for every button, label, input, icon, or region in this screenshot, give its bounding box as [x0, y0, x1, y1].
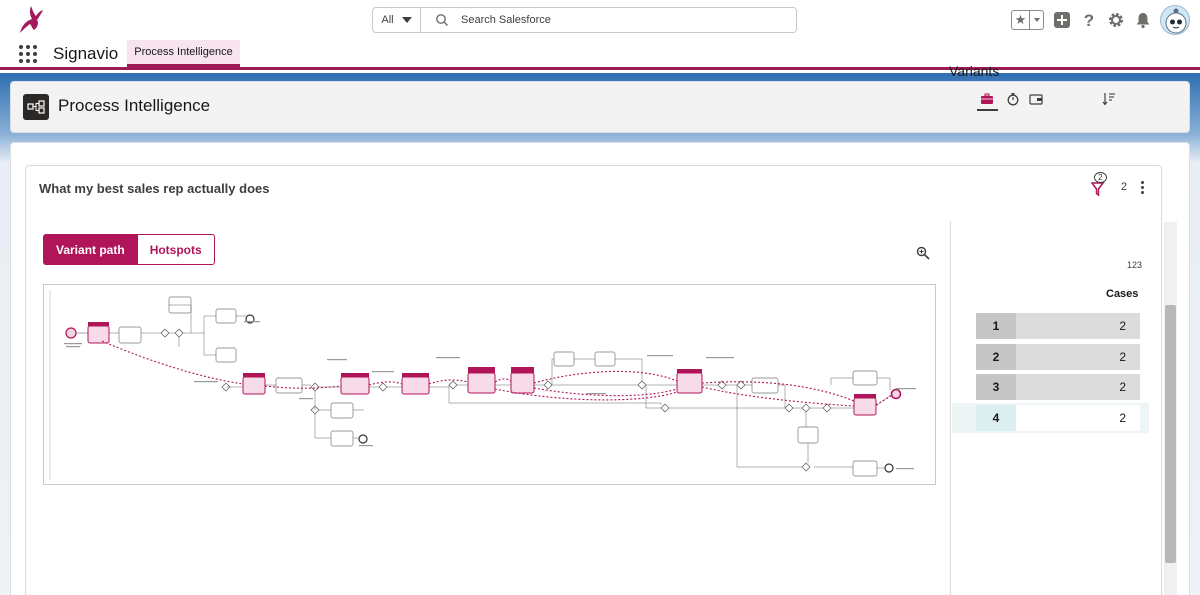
more-options-icon[interactable]	[1141, 180, 1145, 194]
search-scope-select[interactable]: All	[373, 8, 421, 32]
tab-hotspots[interactable]: Hotspots	[137, 234, 215, 265]
global-search: All	[372, 7, 797, 33]
variant-index: 4	[976, 405, 1016, 431]
chevron-down-icon	[401, 17, 412, 23]
tab-variant-path[interactable]: Variant path	[43, 234, 138, 265]
zoom-icon[interactable]	[916, 246, 930, 260]
variant-cases: 2	[1016, 405, 1140, 431]
chevron-down-icon[interactable]	[1030, 11, 1043, 29]
plus-icon[interactable]	[1052, 11, 1071, 30]
variant-index: 1	[976, 313, 1016, 339]
process-intelligence-icon	[23, 94, 49, 120]
svg-text:?: ?	[1083, 11, 1093, 29]
tab-process-intelligence[interactable]: Process Intelligence	[127, 40, 240, 67]
global-header: All ★ ?	[0, 0, 1200, 40]
numeric-sort-label[interactable]: 123	[1127, 260, 1142, 270]
app-launcher-icon[interactable]	[19, 45, 37, 63]
variant-cases: 2	[1016, 344, 1140, 370]
variant-row[interactable]: 3 2	[976, 374, 1140, 400]
variants-toolbar	[952, 92, 1115, 111]
app-navigation: Signavio Process Intelligence	[0, 40, 1200, 70]
stopwatch-icon[interactable]	[1006, 92, 1020, 106]
variant-index: 3	[976, 374, 1016, 400]
gazelle-logo-icon[interactable]	[12, 3, 46, 35]
app-name: Signavio	[53, 44, 119, 63]
variants-title: Variants	[949, 63, 1000, 79]
card-tools: 2 2	[1090, 172, 1145, 197]
favorites-button-group[interactable]: ★	[1011, 10, 1044, 30]
search-icon	[436, 14, 448, 26]
variant-row[interactable]: 1 2	[976, 313, 1140, 339]
cases-column-header: Cases	[1106, 288, 1139, 300]
view-toggle: Variant path Hotspots	[43, 234, 215, 265]
header-actions: ★ ?	[1011, 4, 1190, 36]
variant-index: 2	[976, 344, 1016, 370]
scrollbar-thumb[interactable]	[1165, 305, 1176, 563]
filter-number: 2	[1120, 181, 1127, 193]
avatar[interactable]	[1160, 5, 1190, 35]
filter-count-badge: 2	[1093, 172, 1107, 183]
variant-row[interactable]: 2 2	[976, 344, 1140, 370]
gear-icon[interactable]	[1106, 11, 1125, 30]
variant-cases: 2	[1016, 313, 1140, 339]
bell-icon[interactable]	[1133, 11, 1152, 30]
wallet-icon[interactable]	[1029, 92, 1043, 106]
filter-icon[interactable]: 2	[1090, 172, 1107, 197]
search-scope-label: All	[381, 14, 394, 26]
sort-icon[interactable]	[1102, 92, 1116, 106]
panel-divider	[950, 221, 951, 595]
search-input[interactable]	[461, 14, 761, 26]
variant-cases: 2	[1016, 374, 1140, 400]
page-title: Process Intelligence	[58, 96, 211, 115]
star-icon[interactable]: ★	[1012, 11, 1030, 29]
process-map-graphic	[49, 290, 916, 480]
variant-row-selected[interactable]: 4 2	[976, 405, 1140, 431]
help-icon[interactable]: ?	[1079, 11, 1098, 30]
briefcase-icon[interactable]	[980, 92, 994, 106]
process-diagram[interactable]	[43, 284, 936, 485]
active-tab-indicator	[977, 109, 998, 111]
card-title: What my best sales rep actually does	[39, 181, 270, 196]
